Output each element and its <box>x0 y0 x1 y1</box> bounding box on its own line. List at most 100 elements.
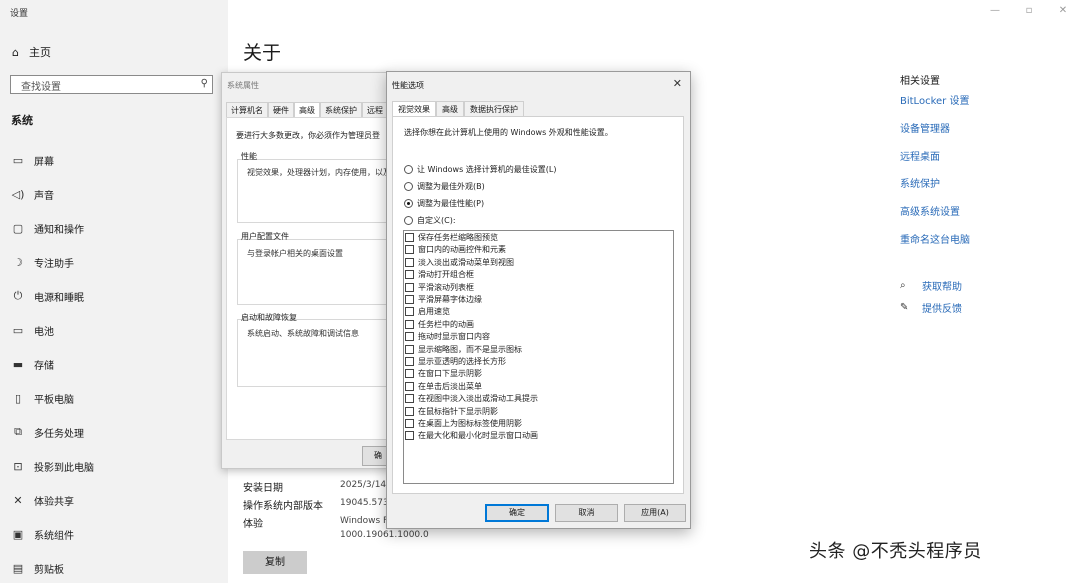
sidebar-item-sound[interactable]: ◁) 声音 <box>10 185 54 203</box>
effect-checkbox-row[interactable]: 滑动打开组合框 <box>405 269 474 280</box>
sidebar-item-power[interactable]: ⏻ 电源和睡眠 <box>10 287 84 305</box>
effect-checkbox-row[interactable]: 窗口内的动画控件和元素 <box>405 244 506 255</box>
admin-note: 要进行大多数更改，你必须作为管理员登 <box>236 131 380 140</box>
app-title: 设置 <box>10 9 29 19</box>
sidebar-item-home[interactable]: ⌂ 主页 <box>12 44 51 60</box>
tab-computer-name[interactable]: 计算机名 <box>226 102 268 118</box>
sidebar-item-label: 剪贴板 <box>34 564 64 576</box>
get-help-link[interactable]: ⌕ 获取帮助 <box>900 278 962 293</box>
radio-label: 调整为最佳性能(P) <box>417 199 485 208</box>
checkbox[interactable] <box>405 282 414 292</box>
bitlocker-link[interactable]: BitLocker 设置 <box>900 92 969 107</box>
ok-button[interactable]: 确定 <box>485 504 549 522</box>
remote-desktop-link[interactable]: 远程桌面 <box>900 148 940 163</box>
home-icon: ⌂ <box>12 45 19 59</box>
sidebar-item-tablet[interactable]: ▯ 平板电脑 <box>10 389 74 407</box>
tab-advanced[interactable]: 高级 <box>294 102 320 118</box>
spec-value: Windows F <box>340 516 389 526</box>
sidebar-item-label: 投影到此电脑 <box>34 462 94 474</box>
dialog-title: 系统属性 <box>227 81 259 90</box>
sidebar-item-battery[interactable]: ▭ 电池 <box>10 321 54 339</box>
checkbox[interactable] <box>405 431 414 441</box>
tab-system-protection[interactable]: 系统保护 <box>320 102 362 118</box>
radio-button[interactable] <box>404 216 413 225</box>
sidebar-item-storage[interactable]: ▬ 存储 <box>10 355 54 373</box>
advanced-system-settings-link[interactable]: 高级系统设置 <box>900 203 960 218</box>
checkbox[interactable] <box>405 344 414 354</box>
checkbox[interactable] <box>405 332 414 342</box>
checkbox[interactable] <box>405 381 414 391</box>
checkbox[interactable] <box>405 307 414 317</box>
apply-button[interactable]: 应用(A) <box>624 504 686 522</box>
search-input[interactable]: 查找设置 ⚲ <box>10 75 213 94</box>
tab-advanced[interactable]: 高级 <box>436 101 464 117</box>
effect-checkbox-row[interactable]: 平滑屏幕字体边缘 <box>405 294 482 305</box>
radio-let-windows-choose[interactable]: 让 Windows 选择计算机的最佳设置(L) <box>404 164 557 175</box>
sidebar-item-clipboard[interactable]: ▤ 剪贴板 <box>10 559 64 577</box>
sidebar-item-focus[interactable]: ☽ 专注助手 <box>10 253 74 271</box>
checkbox[interactable] <box>405 394 414 404</box>
tab-dep[interactable]: 数据执行保护 <box>464 101 524 117</box>
radio-button[interactable] <box>404 199 413 208</box>
checkbox[interactable] <box>405 270 414 280</box>
effect-checkbox-row[interactable]: 显示缩略图，而不是显示图标 <box>405 344 522 355</box>
system-protection-link[interactable]: 系统保护 <box>900 175 940 190</box>
minimize-icon[interactable]: — <box>978 0 1012 16</box>
close-icon[interactable]: ✕ <box>673 77 682 90</box>
effect-checkbox-row[interactable]: 显示亚透明的选择长方形 <box>405 356 506 367</box>
battery-icon: ▭ <box>12 323 24 337</box>
effect-checkbox-row[interactable]: 平滑滚动列表框 <box>405 282 474 293</box>
sidebar-item-notifications[interactable]: ▢ 通知和操作 <box>10 219 84 237</box>
copy-button[interactable]: 复制 <box>243 551 307 574</box>
radio-label: 让 Windows 选择计算机的最佳设置(L) <box>417 165 557 174</box>
effect-checkbox-row[interactable]: 在鼠标指针下显示阴影 <box>405 406 498 417</box>
effect-checkbox-row[interactable]: 任务栏中的动画 <box>405 319 474 330</box>
radio-best-performance[interactable]: 调整为最佳性能(P) <box>404 198 484 209</box>
checkbox[interactable] <box>405 419 414 428</box>
close-icon[interactable]: ✕ <box>1046 0 1080 16</box>
power-icon: ⏻ <box>13 289 23 302</box>
radio-button[interactable] <box>404 182 413 191</box>
checkbox-label: 在视图中淡入淡出或滑动工具提示 <box>418 394 538 404</box>
sidebar-item-multitasking[interactable]: ⧉ 多任务处理 <box>10 423 84 441</box>
radio-custom[interactable]: 自定义(C): <box>404 215 456 226</box>
watermark: 头条 @不秃头程序员 <box>809 541 982 562</box>
sidebar-item-system-components[interactable]: ▣ 系统组件 <box>10 525 74 543</box>
checkbox[interactable] <box>405 233 414 242</box>
effect-checkbox-row[interactable]: 在最大化和最小化时显示窗口动画 <box>405 430 538 441</box>
tab-remote[interactable]: 远程 <box>362 102 388 118</box>
moon-icon: ☽ <box>13 255 23 269</box>
radio-button[interactable] <box>404 165 413 174</box>
checkbox[interactable] <box>405 357 414 366</box>
checkbox[interactable] <box>405 295 414 304</box>
effect-checkbox-row[interactable]: 在视图中淡入淡出或滑动工具提示 <box>405 393 538 404</box>
effect-checkbox-row[interactable]: 淡入淡出或滑动菜单到视图 <box>405 257 514 268</box>
checkbox[interactable] <box>405 406 414 416</box>
effect-checkbox-row[interactable]: 在窗口下显示阴影 <box>405 368 482 379</box>
effect-checkbox-row[interactable]: 拖动时显示窗口内容 <box>405 331 490 342</box>
cancel-button[interactable]: 取消 <box>555 504 618 522</box>
radio-label: 自定义(C): <box>417 216 456 225</box>
clipboard-icon: ▤ <box>12 561 24 575</box>
checkbox[interactable] <box>405 257 414 267</box>
sidebar-item-projection[interactable]: ⊡ 投影到此电脑 <box>10 457 94 475</box>
checkbox[interactable] <box>405 369 414 379</box>
feedback-link[interactable]: ✎ 提供反馈 <box>900 300 962 315</box>
effect-checkbox-row[interactable]: 启用速览 <box>405 306 450 317</box>
radio-best-appearance[interactable]: 调整为最佳外观(B) <box>404 181 485 192</box>
sidebar-item-label: 体验共享 <box>34 496 74 508</box>
sidebar-item-label: 多任务处理 <box>34 428 84 440</box>
effect-checkbox-row[interactable]: 在单击后淡出菜单 <box>405 381 482 392</box>
checkbox[interactable] <box>405 319 414 329</box>
device-manager-link[interactable]: 设备管理器 <box>900 120 950 135</box>
window-controls: — ▫ ✕ <box>978 0 1080 16</box>
sidebar-item-display[interactable]: ▭ 屏幕 <box>10 151 54 169</box>
effect-checkbox-row[interactable]: 在桌面上为图标标签使用阴影 <box>405 418 522 429</box>
rename-pc-link[interactable]: 重命名这台电脑 <box>900 231 970 246</box>
sidebar-item-shared-experiences[interactable]: ✕ 体验共享 <box>10 491 74 509</box>
maximize-icon[interactable]: ▫ <box>1012 0 1046 16</box>
tab-hardware[interactable]: 硬件 <box>268 102 294 118</box>
effect-checkbox-row[interactable]: 保存任务栏缩略图预览 <box>405 232 498 243</box>
checkbox[interactable] <box>405 245 414 255</box>
tab-visual-effects[interactable]: 视觉效果 <box>392 101 436 117</box>
